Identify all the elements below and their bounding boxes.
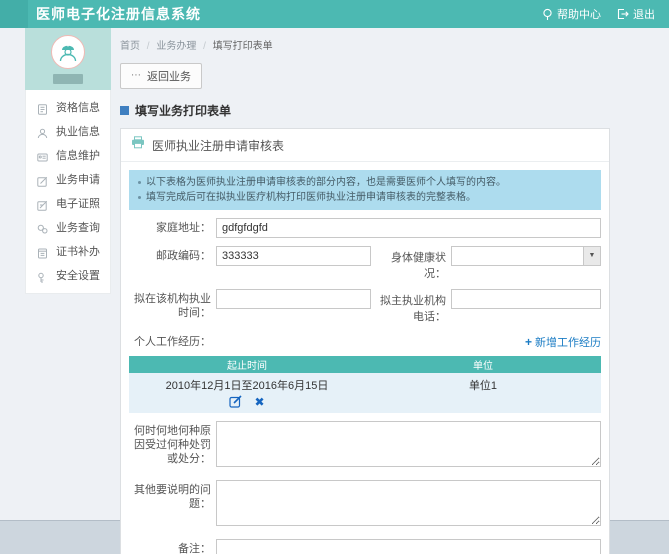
form-body: 以下表格为医师执业注册申请审核表的部分内容，也是需要医师个人填写的内容。 填写完… bbox=[121, 162, 609, 554]
practice-time-label: 拟在该机构执业时间： bbox=[129, 289, 211, 320]
sidebar-item-business-query[interactable]: 业务查询 bbox=[26, 215, 110, 239]
experience-unit: 单位1 bbox=[365, 377, 601, 393]
breadcrumb: 首页 / 业务办理 / 填写打印表单 bbox=[120, 28, 610, 52]
app-window: 医师电子化注册信息系统 帮助中心 退出 bbox=[0, 0, 669, 554]
table-row: 2010年12月1日至2016年6月15日 ✖ 单 bbox=[129, 373, 601, 413]
logout-link[interactable]: 退出 bbox=[617, 6, 655, 22]
breadcrumb-home[interactable]: 首页 bbox=[120, 41, 140, 52]
sidebar-item-label: 信息维护 bbox=[56, 147, 100, 163]
postal-code-input[interactable] bbox=[216, 246, 371, 266]
edit-icon bbox=[37, 174, 48, 185]
breadcrumb-separator: / bbox=[147, 41, 150, 52]
main-panel: 首页 / 业务办理 / 填写打印表单 ⋯ 返回业务 填写业务打印表单 医 bbox=[120, 28, 610, 554]
breadcrumb-business[interactable]: 业务办理 bbox=[156, 41, 196, 52]
sidebar-item-practice-info[interactable]: 执业信息 bbox=[26, 119, 110, 143]
remarks-label: 备注： bbox=[129, 539, 211, 554]
form-card: 医师执业注册申请审核表 以下表格为医师执业注册申请审核表的部分内容，也是需要医师… bbox=[120, 128, 610, 554]
sidebar-item-label: 执业信息 bbox=[56, 123, 100, 139]
user-name-redacted bbox=[53, 74, 83, 84]
user-profile-block bbox=[25, 28, 111, 90]
sidebar-item-label: 证书补办 bbox=[56, 243, 100, 259]
sidebar-item-info-maintenance[interactable]: 信息维护 bbox=[26, 143, 110, 167]
sidebar-item-label: 电子证照 bbox=[56, 195, 100, 211]
delete-row-icon[interactable]: ✖ bbox=[254, 396, 264, 408]
column-header-unit: 单位 bbox=[365, 356, 601, 373]
postal-code-label: 邮政编码： bbox=[129, 246, 211, 263]
help-pin-icon bbox=[542, 8, 553, 21]
sidebar-menu: 资格信息 执业信息 信息维护 业务申请 电子证照 bbox=[25, 90, 111, 294]
section-title: 填写业务打印表单 bbox=[120, 102, 610, 119]
nurse-icon bbox=[57, 41, 79, 63]
form-card-header: 医师执业注册申请审核表 bbox=[121, 129, 609, 162]
breadcrumb-current: 填写打印表单 bbox=[213, 41, 273, 52]
person-icon bbox=[37, 126, 48, 137]
punishment-label: 何时何地何种原因受过何种处罚或处分： bbox=[129, 421, 211, 466]
content-area: 资格信息 执业信息 信息维护 业务申请 电子证照 bbox=[0, 28, 669, 520]
experience-period: 2010年12月1日至2016年6月15日 bbox=[129, 377, 365, 393]
logout-label: 退出 bbox=[633, 6, 655, 22]
punishment-textarea[interactable] bbox=[216, 421, 601, 467]
certificate-icon bbox=[37, 198, 48, 209]
breadcrumb-separator: / bbox=[203, 41, 206, 52]
query-icon bbox=[37, 222, 48, 233]
section-square-icon bbox=[120, 106, 129, 115]
return-business-label: 返回业务 bbox=[147, 68, 191, 84]
logo-block bbox=[0, 0, 28, 28]
app-title: 医师电子化注册信息系统 bbox=[36, 4, 201, 24]
sidebar-item-certificate-reissue[interactable]: 证书补办 bbox=[26, 239, 110, 263]
sidebar: 资格信息 执业信息 信息维护 业务申请 电子证照 bbox=[25, 28, 111, 294]
logout-icon bbox=[617, 8, 629, 20]
return-business-button[interactable]: ⋯ 返回业务 bbox=[120, 63, 202, 89]
document-icon bbox=[37, 102, 48, 113]
home-address-label: 家庭地址： bbox=[129, 218, 211, 235]
add-work-experience-link[interactable]: + 新增工作经历 bbox=[525, 334, 601, 350]
edit-row-icon[interactable] bbox=[229, 395, 242, 408]
sidebar-item-label: 安全设置 bbox=[56, 267, 100, 283]
sidebar-item-label: 业务申请 bbox=[56, 171, 100, 187]
chevron-down-icon[interactable]: ▼ bbox=[583, 247, 600, 265]
bullet-dot bbox=[138, 181, 141, 184]
remarks-input[interactable] bbox=[216, 539, 601, 554]
plus-icon: + bbox=[525, 335, 532, 349]
sidebar-item-electronic-certificate[interactable]: 电子证照 bbox=[26, 191, 110, 215]
form-title: 医师执业注册申请审核表 bbox=[152, 137, 284, 154]
add-work-experience-label: 新增工作经历 bbox=[535, 334, 601, 350]
sidebar-item-label: 资格信息 bbox=[56, 99, 100, 115]
org-phone-input[interactable] bbox=[451, 289, 601, 309]
notice-box: 以下表格为医师执业注册申请审核表的部分内容，也是需要医师个人填写的内容。 填写完… bbox=[129, 170, 601, 210]
bullet-dot bbox=[138, 196, 141, 199]
sidebar-item-label: 业务查询 bbox=[56, 219, 100, 235]
notice-line-1: 以下表格为医师执业注册申请审核表的部分内容，也是需要医师个人填写的内容。 bbox=[146, 175, 506, 190]
work-experience-table: 起止时间 单位 2010年12月1日至2016年6月15日 bbox=[129, 356, 601, 413]
section-title-text: 填写业务打印表单 bbox=[135, 102, 231, 119]
sidebar-item-business-application[interactable]: 业务申请 bbox=[26, 167, 110, 191]
other-issues-textarea[interactable] bbox=[216, 480, 601, 526]
other-issues-label: 其他要说明的问题： bbox=[129, 480, 211, 511]
id-card-icon bbox=[37, 150, 48, 161]
avatar[interactable] bbox=[51, 35, 85, 69]
health-status-select[interactable]: ▼ bbox=[451, 246, 601, 266]
notice-line-2: 填写完成后可在拟执业医疗机构打印医师执业注册申请审核表的完整表格。 bbox=[146, 190, 476, 205]
sidebar-item-security-settings[interactable]: 安全设置 bbox=[26, 263, 110, 287]
help-center-label: 帮助中心 bbox=[557, 6, 601, 22]
top-header: 医师电子化注册信息系统 帮助中心 退出 bbox=[0, 0, 669, 28]
work-experience-label: 个人工作经历： bbox=[129, 335, 211, 349]
security-key-icon bbox=[37, 270, 48, 281]
column-header-period: 起止时间 bbox=[129, 356, 365, 373]
practice-time-input[interactable] bbox=[216, 289, 371, 309]
help-center-link[interactable]: 帮助中心 bbox=[542, 6, 601, 22]
health-status-label: 身体健康状况： bbox=[371, 246, 446, 281]
sidebar-item-qualification-info[interactable]: 资格信息 bbox=[26, 95, 110, 119]
printer-icon bbox=[131, 136, 145, 154]
book-icon bbox=[37, 246, 48, 257]
ellipsis-icon: ⋯ bbox=[131, 73, 142, 79]
home-address-input[interactable] bbox=[216, 218, 601, 238]
org-phone-label: 拟主执业机构电话： bbox=[371, 289, 446, 324]
